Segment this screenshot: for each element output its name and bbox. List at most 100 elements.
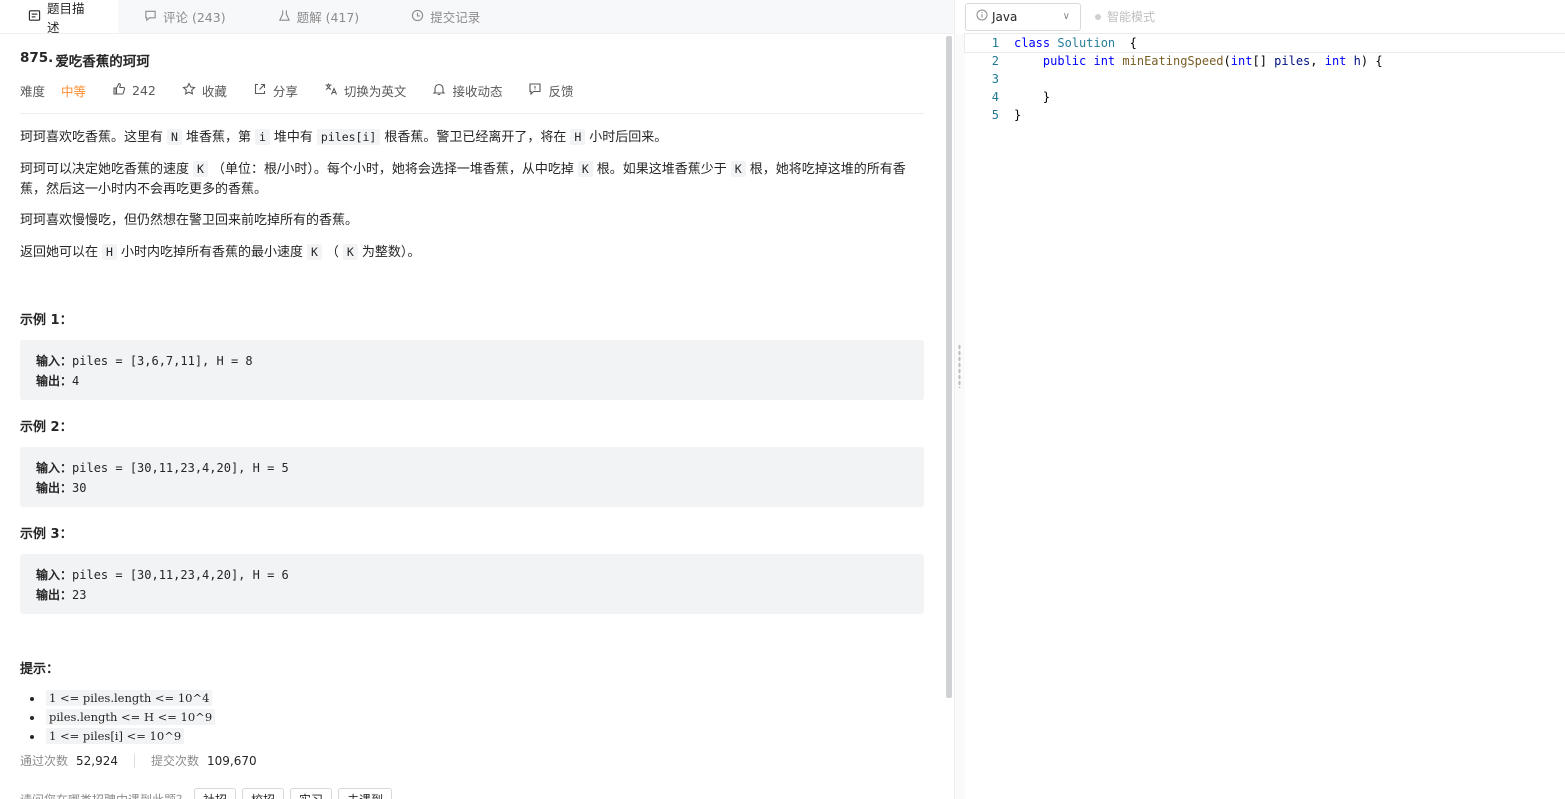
inline-code-k: K	[577, 161, 593, 177]
inline-code-k: K	[306, 244, 322, 260]
inline-code-piles: piles[i]	[316, 129, 381, 145]
flask-icon	[278, 9, 291, 25]
difficulty-label: 难度	[20, 84, 46, 99]
problem-content: 875. 爱吃香蕉的珂珂 难度 中等 242 收藏 分享 切换为英文 接收动态 …	[20, 34, 924, 799]
translate-icon	[324, 82, 338, 99]
submission-stats: 通过次数 52,924 提交次数 109,670	[20, 752, 257, 769]
code-line[interactable]: 3	[965, 70, 1565, 88]
code-token: int	[1230, 54, 1253, 68]
tab-comments-label: 评论 (243)	[163, 10, 226, 25]
example-input: piles = [3,6,7,11], H = 8	[72, 354, 253, 368]
tab-submissions[interactable]: 提交记录	[385, 0, 506, 33]
problem-meta: 难度 中等 242 收藏 分享 切换为英文 接收动态 反馈	[20, 80, 924, 114]
comment-icon	[144, 9, 157, 25]
description-icon	[28, 9, 41, 25]
example-heading: 示例 3：	[20, 527, 73, 542]
example-output: 23	[72, 588, 87, 602]
editor-toolbar: Java ∨ 智能模式	[965, 0, 1565, 34]
code-token: ) {	[1360, 54, 1383, 68]
description-paragraph-3: 珂珂喜欢慢慢吃，但仍然想在警卫回来前吃掉所有的香蕉。	[20, 213, 359, 228]
code-line[interactable]: 5}	[965, 106, 1565, 124]
code-line[interactable]: 2 public int minEatingSpeed(int[] piles,…	[965, 52, 1565, 70]
interview-survey: 请问您在哪类招聘中遇到此题？ 社招 校招 实习 未遇到	[20, 788, 393, 799]
inline-code-n: N	[167, 129, 182, 145]
hints-title: 提示：	[20, 662, 60, 677]
feedback-icon	[528, 82, 542, 99]
code-token: ,	[1310, 54, 1325, 68]
accepted-count: 52,924	[76, 753, 119, 768]
survey-option-intern[interactable]: 实习	[290, 788, 333, 799]
hint-code: 1 <= piles[i] <= 10^9	[46, 728, 185, 744]
switch-language-button[interactable]: 切换为英文	[324, 81, 406, 100]
code-token: }	[1014, 90, 1051, 104]
p1-text-d: 根香蕉。警卫已经离开了，将在	[384, 130, 567, 145]
hint-code: 1 <= piles.length <= 10^4	[46, 690, 213, 706]
inline-code-k: K	[730, 161, 746, 177]
description-paragraph-2: 珂珂可以决定她吃香蕉的速度 K （单位：根/小时）。每个小时，她将会选择一堆香蕉，从…	[20, 159, 924, 200]
input-label: 输入：	[36, 461, 73, 475]
stats-divider	[134, 753, 136, 768]
thumbs-up-icon	[112, 82, 126, 99]
example-input: piles = [30,11,23,4,20], H = 5	[72, 461, 289, 475]
feedback-label: 反馈	[548, 84, 574, 99]
language-select[interactable]: Java ∨	[965, 2, 1081, 31]
code-token: {	[1115, 36, 1137, 50]
language-value: Java	[992, 9, 1018, 24]
inline-code-h: H	[570, 129, 586, 145]
example-2: 示例 2： 输入：piles = [30,11,23,4,20], H = 5 …	[20, 416, 924, 507]
collect-button[interactable]: 收藏	[182, 81, 227, 100]
code-text: public int minEatingSpeed(int[] piles, i…	[999, 52, 1383, 70]
code-token: }	[1014, 108, 1022, 122]
code-line[interactable]: 1 class Solution {	[964, 33, 1565, 53]
p1-text-e: 小时后回来。	[589, 130, 668, 145]
hint-item: 1 <= piles.length <= 10^4	[44, 689, 924, 708]
notify-label: 接收动态	[452, 84, 503, 99]
smart-mode-toggle[interactable]: 智能模式	[1095, 8, 1155, 25]
inline-code-i: i	[254, 129, 270, 145]
input-label: 输入：	[36, 354, 73, 368]
code-token: []	[1252, 54, 1275, 68]
code-text: class Solution {	[999, 34, 1137, 52]
drag-handle-icon	[958, 344, 961, 388]
survey-option-social[interactable]: 社招	[194, 788, 237, 799]
status-dot-icon	[1095, 13, 1101, 20]
survey-option-none[interactable]: 未遇到	[338, 788, 393, 799]
panel-splitter[interactable]	[955, 34, 965, 799]
description-paragraph-1: 珂珂喜欢吃香蕉。这里有 N 堆香蕉，第 i 堆中有 piles[i] 根香蕉。警卫已经离开了…	[20, 127, 924, 148]
tab-description-label: 题目描述	[47, 0, 85, 35]
code-token: class	[1014, 36, 1058, 50]
problem-title: 875. 爱吃香蕉的珂珂	[20, 50, 924, 70]
feedback-button[interactable]: 反馈	[528, 81, 573, 100]
smart-mode-label: 智能模式	[1107, 10, 1156, 24]
clock-icon	[411, 9, 424, 25]
problem-number: 875.	[20, 50, 54, 66]
difficulty: 难度 中等	[20, 81, 86, 100]
example-heading: 示例 2：	[20, 420, 73, 435]
like-button[interactable]: 242	[112, 82, 156, 99]
line-number: 1	[991, 36, 999, 50]
example-output: 4	[72, 374, 80, 388]
code-token: h	[1353, 54, 1361, 68]
example-heading: 示例 1：	[20, 313, 73, 328]
p1-text-b: 堆香蕉，第	[185, 130, 251, 145]
hint-code: piles.length <= H <= 10^9	[46, 709, 216, 725]
share-button[interactable]: 分享	[253, 81, 298, 100]
notify-button[interactable]: 接收动态	[432, 81, 502, 100]
output-label: 输出：	[36, 588, 73, 602]
like-count: 242	[132, 83, 156, 98]
info-icon	[976, 9, 988, 24]
problem-tabbar: 题目描述 评论 (243) 题解 (417) 提交记录	[0, 0, 954, 35]
star-icon	[182, 82, 196, 99]
inline-code-k: K	[342, 244, 358, 260]
tab-solutions[interactable]: 题解 (417)	[252, 0, 386, 33]
survey-option-campus[interactable]: 校招	[242, 788, 285, 799]
problem-scrollbar[interactable]	[946, 36, 952, 698]
tab-description[interactable]: 题目描述	[0, 0, 118, 35]
code-line[interactable]: 4 }	[965, 88, 1565, 106]
code-token: int	[1093, 54, 1123, 68]
chevron-down-icon: ∨	[1062, 11, 1070, 22]
code-token: public	[1042, 54, 1094, 68]
tab-comments[interactable]: 评论 (243)	[118, 0, 252, 33]
code-editor[interactable]: 1 class Solution {2 public int minEatingS…	[964, 33, 1565, 124]
p4-text-c: （	[325, 245, 339, 260]
